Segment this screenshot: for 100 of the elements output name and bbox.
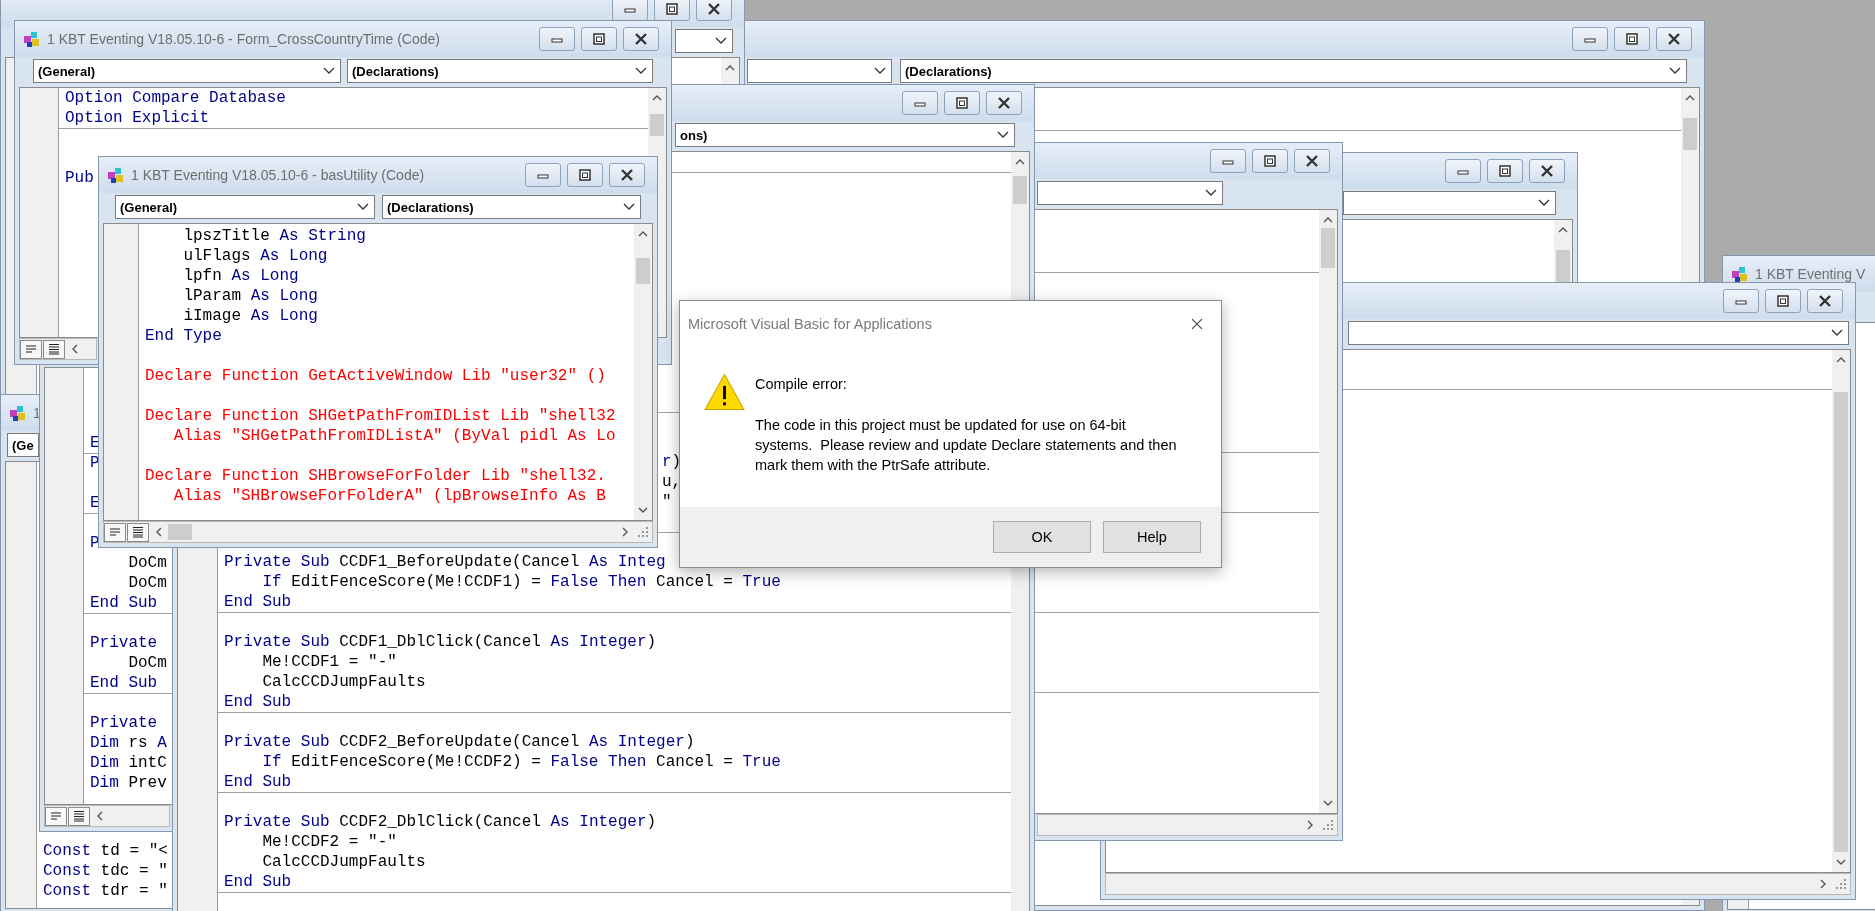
code-line: DoCm xyxy=(127,574,167,592)
maximize-button[interactable] xyxy=(944,91,980,115)
module-view-button[interactable] xyxy=(127,522,149,542)
dialog-title: Microsoft Visual Basic for Applications xyxy=(688,316,932,332)
procedure-dropdown[interactable]: (Declarations) xyxy=(382,195,641,219)
error-message: The code in this project must be updated for use on 64-bit systems. Please review and update Declare statements and then mark them with the PtrSafe attribute. xyxy=(755,416,1178,475)
procedure-dropdown[interactable] xyxy=(1037,181,1223,205)
scroll-thumb[interactable] xyxy=(1321,228,1335,268)
scroll-thumb[interactable] xyxy=(1013,176,1027,204)
maximize-button[interactable] xyxy=(1614,27,1650,51)
maximize-icon xyxy=(591,33,607,45)
code-line: End Sub xyxy=(224,873,292,891)
procedure-dropdown[interactable] xyxy=(1348,321,1849,345)
resize-grip-icon[interactable] xyxy=(1322,819,1334,831)
code-line: Alias "SHGetPathFromIDListA" (ByVal pidl As Lo xyxy=(172,427,616,445)
caret-icon xyxy=(357,203,369,211)
close-button[interactable] xyxy=(1294,149,1330,173)
scroll-thumb[interactable] xyxy=(1683,118,1697,150)
minimize-button[interactable] xyxy=(612,0,648,21)
module-view-button[interactable] xyxy=(68,806,90,826)
procedure-dropdown[interactable] xyxy=(675,29,733,53)
code-line: Me!CCDF2 = "-" xyxy=(261,833,397,851)
lines-icon xyxy=(47,343,61,355)
scroll-thumb[interactable] xyxy=(1834,392,1848,852)
object-dropdown[interactable]: (Ge xyxy=(7,433,39,457)
code-line: Declare Function GetActiveWindow Lib "user32" () xyxy=(145,367,606,385)
window-title: 1 KBT Eventing V18.05.10-6 - Form_CrossCountryTime (Code) xyxy=(47,31,440,47)
close-button[interactable] xyxy=(1807,289,1843,313)
code-line: If EditFenceScore(Me!CCDF1) = False Then Cancel = True xyxy=(261,573,781,591)
dialog-button[interactable]: Help xyxy=(1103,521,1201,553)
code-line: lParam As Long xyxy=(182,287,318,305)
caret-icon xyxy=(635,67,647,75)
code-line: Option Compare Database xyxy=(65,89,286,107)
chevron-left-icon xyxy=(156,527,162,537)
object-dropdown[interactable] xyxy=(747,59,892,83)
close-icon xyxy=(996,97,1012,109)
close-button[interactable] xyxy=(1529,159,1565,183)
maximize-button[interactable] xyxy=(581,27,617,51)
code-line: Const tdc = " xyxy=(43,862,168,880)
minimize-button[interactable] xyxy=(1210,149,1246,173)
object-dropdown[interactable]: (General) xyxy=(115,195,375,219)
resize-grip-icon[interactable] xyxy=(637,526,649,538)
caret-icon xyxy=(623,203,635,211)
close-button[interactable] xyxy=(609,163,645,187)
chevron-left-icon xyxy=(72,344,78,354)
procedure-dropdown[interactable]: (Declarations) xyxy=(900,59,1687,83)
minimize-button[interactable] xyxy=(1572,27,1608,51)
caret-icon xyxy=(323,67,335,75)
chevron-up-icon xyxy=(652,95,662,101)
code-line: Private xyxy=(90,634,158,652)
maximize-button[interactable] xyxy=(1487,159,1523,183)
code-line: DoCm xyxy=(127,554,167,572)
minimize-button[interactable] xyxy=(902,91,938,115)
minimize-button[interactable] xyxy=(1723,289,1759,313)
code-line: Pub xyxy=(65,169,94,187)
resize-grip-icon[interactable] xyxy=(1835,878,1847,890)
minimize-button[interactable] xyxy=(525,163,561,187)
maximize-button[interactable] xyxy=(1765,289,1801,313)
procedure-dropdown[interactable]: (Declarations) xyxy=(347,59,653,83)
code-line: DoCm xyxy=(127,654,167,672)
code-line: End Sub xyxy=(224,773,292,791)
minimize-button[interactable] xyxy=(539,27,575,51)
chevron-up-icon xyxy=(638,231,648,237)
scroll-thumb[interactable] xyxy=(168,524,192,540)
chevron-left-icon xyxy=(97,811,103,821)
close-icon xyxy=(619,169,635,181)
chevron-up-icon xyxy=(725,65,735,71)
code-line: lpfn As Long xyxy=(182,267,299,285)
minimize-button[interactable] xyxy=(1445,159,1481,183)
lines-icon xyxy=(108,526,122,538)
scroll-thumb[interactable] xyxy=(636,258,650,284)
scroll-thumb[interactable] xyxy=(1556,250,1570,284)
maximize-button[interactable] xyxy=(654,0,690,21)
code-line: Private xyxy=(90,714,158,732)
dialog-button[interactable]: OK xyxy=(993,521,1091,553)
procedure-dropdown[interactable] xyxy=(1343,191,1556,215)
maximize-button[interactable] xyxy=(1252,149,1288,173)
caret-icon xyxy=(715,37,727,45)
maximize-icon xyxy=(954,97,970,109)
object-dropdown[interactable]: (General) xyxy=(33,59,341,83)
maximize-icon xyxy=(1262,155,1278,167)
chevron-right-icon xyxy=(1820,879,1826,889)
close-button[interactable] xyxy=(1656,27,1692,51)
maximize-icon xyxy=(1624,33,1640,45)
close-button[interactable] xyxy=(623,27,659,51)
caret-icon xyxy=(1669,67,1681,75)
close-button[interactable] xyxy=(986,91,1022,115)
code-line: End Sub xyxy=(90,594,158,612)
code-line: lpszTitle As String xyxy=(182,227,366,245)
module-view-button[interactable] xyxy=(43,339,65,359)
maximize-button[interactable] xyxy=(567,163,603,187)
close-button[interactable] xyxy=(696,0,732,21)
caret-icon xyxy=(1538,199,1550,207)
code-line: Declare Function SHBrowseForFolder Lib "shell32. xyxy=(145,467,606,485)
module-icon xyxy=(1731,265,1749,283)
scroll-thumb[interactable] xyxy=(650,114,664,136)
window-title: 1 KBT Eventing V18.05.10-6 - basUtility (Code) xyxy=(131,167,425,183)
procedure-dropdown[interactable]: ons) xyxy=(675,123,1015,147)
code-line: Dim Prev xyxy=(90,774,167,792)
close-icon xyxy=(1666,33,1682,45)
